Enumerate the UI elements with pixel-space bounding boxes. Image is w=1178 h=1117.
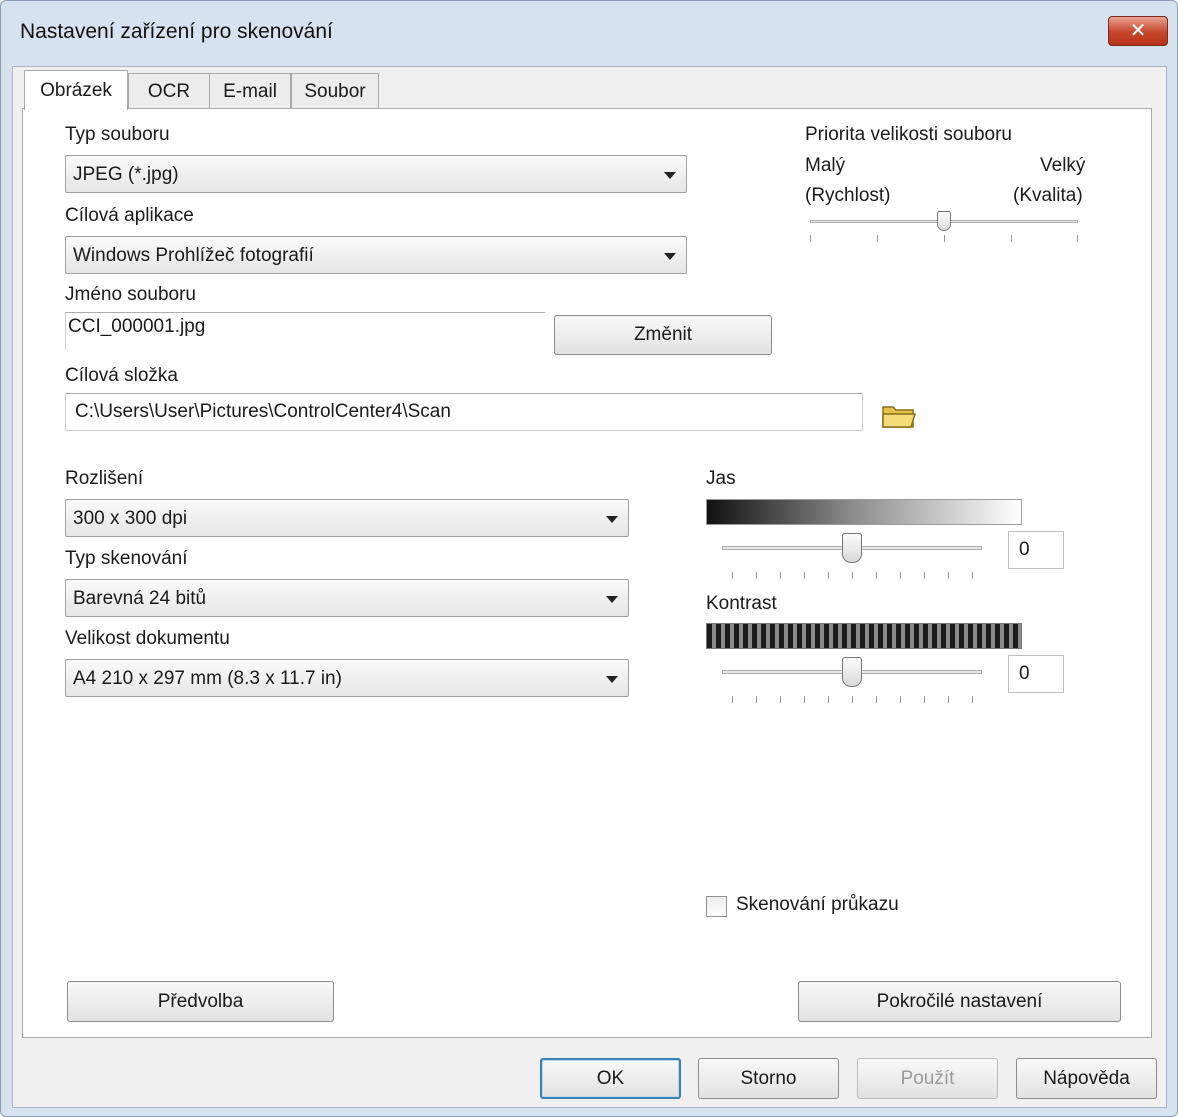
slider-tick xyxy=(828,696,829,703)
target-app-select[interactable]: Windows Prohlížeč fotografií xyxy=(65,236,687,274)
size-small-label: Malý xyxy=(805,155,846,176)
target-app-label: Cílová aplikace xyxy=(65,205,194,226)
brightness-slider-thumb[interactable] xyxy=(842,533,862,563)
cancel-button[interactable]: Storno xyxy=(698,1058,839,1099)
slider-tick xyxy=(924,572,925,579)
slider-tick xyxy=(924,696,925,703)
contrast-value-input[interactable]: 0 xyxy=(1008,655,1064,693)
document-size-value: A4 210 x 297 mm (8.3 x 11.7 in) xyxy=(73,668,342,689)
help-button[interactable]: Nápověda xyxy=(1016,1058,1157,1099)
slider-tick xyxy=(1077,235,1078,242)
brightness-gradient-bar xyxy=(706,499,1022,525)
slider-tick xyxy=(972,696,973,703)
id-card-scan-label[interactable]: Skenování průkazu xyxy=(736,894,899,916)
size-quality-label: (Kvalita) xyxy=(1013,185,1083,206)
slider-tick xyxy=(810,235,811,242)
ok-button[interactable]: OK xyxy=(540,1058,681,1099)
slider-tick xyxy=(972,572,973,579)
target-folder-label: Cílová složka xyxy=(65,365,178,386)
slider-tick xyxy=(900,696,901,703)
slider-tick xyxy=(828,572,829,579)
slider-tick xyxy=(948,572,949,579)
slider-tick xyxy=(876,572,877,579)
window-title: Nastavení zařízení pro skenování xyxy=(20,20,333,43)
target-folder-value: C:\Users\User\Pictures\ControlCenter4\Sc… xyxy=(75,401,451,422)
size-speed-label: (Rychlost) xyxy=(805,185,891,206)
chevron-down-icon xyxy=(664,172,676,179)
file-type-label: Typ souboru xyxy=(65,124,170,145)
apply-button[interactable]: Použít xyxy=(857,1058,998,1099)
contrast-label: Kontrast xyxy=(706,593,777,614)
chevron-down-icon xyxy=(606,676,618,683)
contrast-slider-thumb[interactable] xyxy=(842,657,862,687)
change-button[interactable]: Změnit xyxy=(554,315,772,355)
brightness-label: Jas xyxy=(706,468,736,489)
section-divider xyxy=(46,953,1118,954)
slider-tick xyxy=(944,235,945,242)
preset-button[interactable]: Předvolba xyxy=(67,981,334,1022)
resolution-label: Rozlišení xyxy=(65,468,144,489)
id-card-scan-checkbox[interactable] xyxy=(706,896,727,917)
slider-tick xyxy=(852,572,853,579)
slider-tick xyxy=(804,696,805,703)
slider-tick xyxy=(756,696,757,703)
file-name-value: CCI_000001.jpg xyxy=(68,316,206,337)
brightness-value-input[interactable]: 0 xyxy=(1008,531,1064,569)
slider-tick xyxy=(732,696,733,703)
advanced-settings-button[interactable]: Pokročilé nastavení xyxy=(798,981,1121,1022)
slider-tick xyxy=(732,572,733,579)
slider-tick xyxy=(900,572,901,579)
target-app-value: Windows Prohlížeč fotografií xyxy=(73,245,314,266)
slider-tick xyxy=(780,572,781,579)
close-icon: ✕ xyxy=(1129,20,1147,42)
tab-obrazek[interactable]: Obrázek xyxy=(24,70,128,110)
chevron-down-icon xyxy=(606,596,618,603)
section-divider xyxy=(46,448,1118,449)
slider-tick xyxy=(852,696,853,703)
file-type-select[interactable]: JPEG (*.jpg) xyxy=(65,155,687,193)
scan-type-label: Typ skenování xyxy=(65,548,188,569)
scan-type-select[interactable]: Barevná 24 bitů xyxy=(65,579,629,617)
slider-tick xyxy=(780,696,781,703)
slider-tick xyxy=(1011,235,1012,242)
target-folder-field[interactable]: C:\Users\User\Pictures\ControlCenter4\Sc… xyxy=(65,393,863,431)
tab-soubor[interactable]: Soubor xyxy=(291,73,379,109)
slider-tick xyxy=(948,696,949,703)
slider-tick xyxy=(756,572,757,579)
chevron-down-icon xyxy=(664,253,676,260)
tab-email[interactable]: E-mail xyxy=(209,73,291,109)
file-name-label: Jméno souboru xyxy=(65,284,196,305)
chevron-down-icon xyxy=(606,516,618,523)
scan-type-value: Barevná 24 bitů xyxy=(73,588,207,609)
document-size-label: Velikost dokumentu xyxy=(65,628,230,649)
file-name-field[interactable]: CCI_000001.jpg xyxy=(65,312,545,350)
size-large-label: Velký xyxy=(1040,155,1086,176)
document-size-select[interactable]: A4 210 x 297 mm (8.3 x 11.7 in) xyxy=(65,659,629,697)
resolution-select[interactable]: 300 x 300 dpi xyxy=(65,499,629,537)
resolution-value: 300 x 300 dpi xyxy=(73,508,188,529)
tab-ocr[interactable]: OCR xyxy=(128,73,210,109)
size-priority-slider-thumb[interactable] xyxy=(937,211,951,231)
size-priority-label: Priorita velikosti souboru xyxy=(805,124,1012,145)
slider-tick xyxy=(804,572,805,579)
contrast-pattern-bar xyxy=(706,623,1022,649)
slider-tick xyxy=(877,235,878,242)
close-button[interactable]: ✕ xyxy=(1108,16,1168,46)
file-type-value: JPEG (*.jpg) xyxy=(73,164,179,185)
slider-tick xyxy=(876,696,877,703)
folder-icon[interactable] xyxy=(880,400,918,430)
